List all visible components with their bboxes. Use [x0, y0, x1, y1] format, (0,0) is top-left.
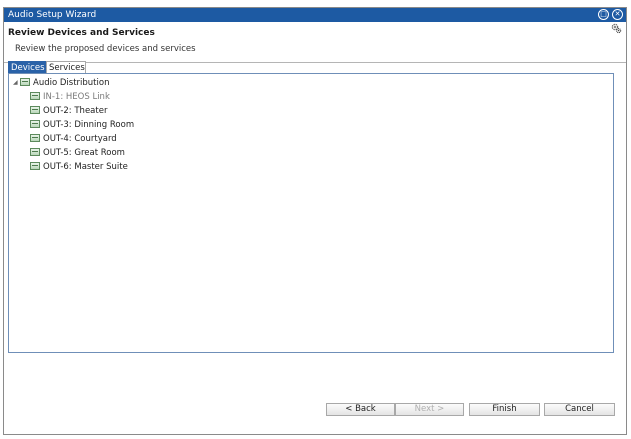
tree-item-label: IN-1: HEOS Link — [43, 92, 110, 102]
device-icon — [30, 161, 40, 170]
cancel-button[interactable]: Cancel — [544, 403, 615, 416]
back-button[interactable]: < Back — [326, 403, 395, 416]
tree-item-audio-distribution[interactable]: ◢ Audio Distribution — [13, 77, 109, 89]
page-subtitle: Review the proposed devices and services — [15, 44, 196, 54]
device-icon — [20, 77, 30, 86]
tree-item-out-5[interactable]: OUT-5: Great Room — [30, 147, 125, 159]
title-bar: Audio Setup Wizard □ ✕ — [4, 8, 626, 22]
tree-item-label: OUT-2: Theater — [43, 106, 108, 116]
device-icon — [30, 147, 40, 156]
tree-item-in-1[interactable]: IN-1: HEOS Link — [30, 91, 110, 103]
device-icon — [30, 119, 40, 128]
wizard-header: Review Devices and Services Review the p… — [4, 22, 626, 63]
device-icon — [30, 133, 40, 142]
tree-item-out-3[interactable]: OUT-3: Dinning Room — [30, 119, 134, 131]
tree-item-label: OUT-4: Courtyard — [43, 134, 117, 144]
tree-item-label: Audio Distribution — [33, 78, 110, 88]
device-icon — [30, 105, 40, 114]
page-title: Review Devices and Services — [8, 28, 155, 38]
settings-gear-icon[interactable] — [611, 23, 622, 34]
tree-item-out-6[interactable]: OUT-6: Master Suite — [30, 161, 128, 173]
finish-button[interactable]: Finish — [469, 403, 540, 416]
tree-item-label: OUT-5: Great Room — [43, 148, 125, 158]
window-title: Audio Setup Wizard — [8, 10, 97, 20]
devices-tree-panel: ◢ Audio Distribution IN-1: HEOS Link OUT-… — [8, 73, 614, 353]
tree-item-label: OUT-6: Master Suite — [43, 162, 128, 172]
expand-arrow-icon[interactable]: ◢ — [13, 77, 20, 89]
tree-item-label: OUT-3: Dinning Room — [43, 120, 135, 130]
device-icon — [30, 91, 40, 100]
tree-item-out-4[interactable]: OUT-4: Courtyard — [30, 133, 117, 145]
tree-item-out-2[interactable]: OUT-2: Theater — [30, 105, 107, 117]
restore-icon[interactable]: □ — [598, 9, 609, 20]
next-button[interactable]: Next > — [395, 403, 464, 416]
close-icon[interactable]: ✕ — [612, 9, 623, 20]
